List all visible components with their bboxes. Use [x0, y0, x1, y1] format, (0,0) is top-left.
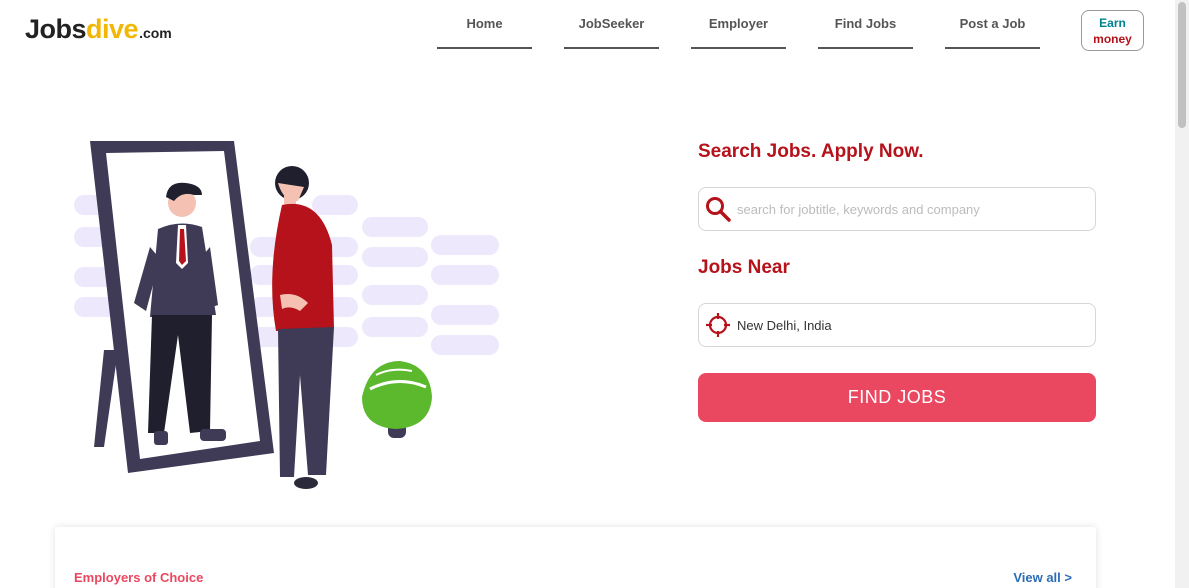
earn-label: Earn — [1099, 15, 1126, 30]
nav-home[interactable]: Home — [437, 0, 532, 49]
jobs-near-heading: Jobs Near — [698, 257, 790, 278]
logo-part-jobs: Jobs — [25, 14, 87, 44]
hero-illustration — [70, 135, 510, 495]
nav-find-jobs[interactable]: Find Jobs — [818, 0, 913, 49]
job-search-input[interactable]: search for jobtitle, keywords and compan… — [698, 187, 1096, 231]
nav-jobseeker[interactable]: JobSeeker — [564, 0, 659, 49]
mirror-illustration-svg — [74, 141, 499, 489]
crosshair-location-icon — [699, 303, 737, 347]
search-heading: Search Jobs. Apply Now. — [698, 141, 924, 162]
page-scrollbar[interactable] — [1175, 0, 1189, 588]
search-placeholder: search for jobtitle, keywords and compan… — [737, 201, 980, 217]
nav-post-a-job[interactable]: Post a Job — [945, 0, 1040, 49]
money-label: money — [1093, 31, 1132, 46]
main-nav: Home JobSeeker Employer Find Jobs Post a… — [437, 0, 1040, 50]
search-icon — [699, 187, 737, 231]
logo-part-com: .com — [139, 25, 172, 41]
location-input[interactable]: New Delhi, India — [698, 303, 1096, 347]
find-jobs-button[interactable]: FIND JOBS — [698, 373, 1096, 422]
employers-heading: Employers of Choice — [74, 570, 204, 585]
view-all-link[interactable]: View all > — [1013, 570, 1072, 585]
site-logo[interactable]: Jobs dive .com — [25, 14, 172, 46]
earn-money-button[interactable]: Earn money — [1081, 10, 1144, 51]
location-value: New Delhi, India — [737, 317, 832, 333]
logo-part-dive: dive — [86, 14, 139, 44]
employers-card: Employers of Choice View all > — [55, 527, 1096, 588]
scrollbar-thumb[interactable] — [1178, 2, 1186, 128]
nav-employer[interactable]: Employer — [691, 0, 786, 49]
